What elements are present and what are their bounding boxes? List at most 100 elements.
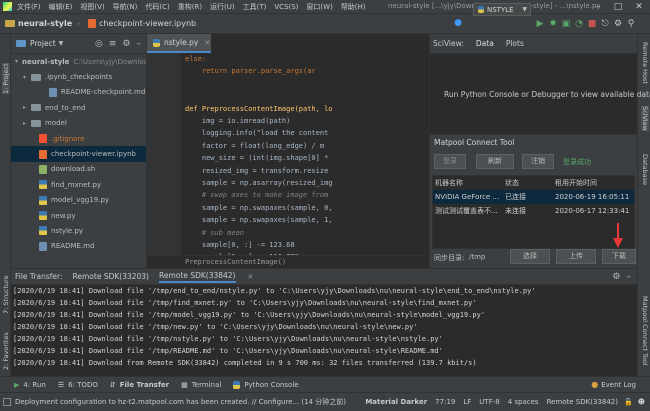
menu-item[interactable]: 工具(T) (243, 2, 267, 12)
menu-item[interactable]: 编辑(E) (49, 2, 73, 12)
refresh-button[interactable]: 刷新 (476, 154, 514, 169)
tree-item[interactable]: ▸ end_to_end (11, 100, 146, 115)
tree-item[interactable]: new.py (11, 208, 146, 223)
log-line: [2020/6/19 18:41] Download file '/tmp/ne… (13, 323, 418, 331)
select-button[interactable]: 选择 (510, 249, 550, 264)
tool-run[interactable]: 4: Run (23, 381, 45, 389)
status-indent[interactable]: 4 spaces (508, 398, 539, 406)
status-line-separator[interactable]: LF (463, 398, 471, 406)
folder-icon (31, 73, 41, 81)
run-configuration-select[interactable]: NSTYLE ▼ (473, 3, 531, 16)
tool-terminal[interactable]: Terminal (192, 381, 222, 389)
close-tab-icon[interactable]: ✕ (204, 39, 210, 47)
hide-icon[interactable]: – (627, 272, 632, 282)
python-icon (478, 6, 484, 13)
inspection-icon[interactable]: ☻ (638, 398, 645, 406)
breadcrumb-project[interactable]: neural-style (18, 19, 72, 28)
project-tool-tab[interactable]: 1: Project (2, 63, 10, 94)
download-button[interactable]: 下载 (602, 249, 636, 264)
menu-item[interactable]: 文件(F) (17, 2, 41, 12)
lock-icon[interactable]: 🔓 (624, 398, 633, 406)
vcs-icon[interactable]: ⎋ (600, 19, 610, 29)
menu-item[interactable]: 运行(U) (210, 2, 235, 12)
logout-button[interactable]: 注销 (522, 154, 554, 169)
status-encoding[interactable]: UTF-8 (479, 398, 499, 406)
tree-item[interactable]: README.md (11, 239, 146, 254)
structure-tool-tab[interactable]: 7: Structure (2, 275, 10, 314)
database-tool-tab[interactable]: Database (641, 154, 649, 185)
tree-item-label: README-checkpoint.md (61, 88, 146, 97)
tab-remote-sdk-33842[interactable]: Remote SDK(33842) (159, 271, 236, 283)
code-line: return parser.parse_args(ar (185, 67, 316, 76)
matpool-tool-tab[interactable]: Matpool Connect Tool (641, 296, 649, 366)
transfer-log[interactable]: [2020/6/19 18:41] Download file '/tmp/en… (11, 285, 637, 376)
tree-item[interactable]: .gitignore (11, 131, 146, 146)
tree-item[interactable]: nstyle.py (11, 223, 146, 238)
gear-icon[interactable]: ⚙ (612, 272, 620, 282)
tab-remote-sdk-33203[interactable]: Remote SDK(33203) (73, 272, 150, 281)
menu-item[interactable]: 窗口(W) (306, 2, 332, 12)
tool-python-console[interactable]: Python Console (244, 381, 298, 389)
collapse-icon[interactable]: ≡ (109, 39, 117, 49)
maximize-icon[interactable]: □ (608, 0, 628, 14)
status-theme[interactable]: Material Darker (365, 398, 427, 406)
menu-item[interactable]: 代码(C) (145, 2, 169, 12)
user-icon[interactable]: ● (453, 18, 463, 28)
tool-event-log[interactable]: Event Log (601, 381, 636, 389)
menu-item[interactable]: VCS(S) (274, 3, 298, 11)
status-message[interactable]: Deployment configuration to hz-t2.matpoo… (15, 397, 346, 407)
login-button[interactable]: 登录 (434, 154, 466, 169)
tab-plots[interactable]: Plots (506, 39, 524, 48)
search-icon[interactable]: ⚲ (626, 19, 636, 29)
project-panel-title[interactable]: Project (30, 39, 56, 48)
minimize-icon[interactable]: – (588, 0, 608, 14)
tree-item[interactable]: download.sh (11, 162, 146, 177)
favorites-tool-tab[interactable]: 2: Favorites (2, 332, 10, 370)
run-icon[interactable]: ▶ (535, 19, 545, 29)
machine-row[interactable]: 测试测试覆盖表不... 未连接 2020-06-17 12:33:41 (433, 204, 634, 218)
locate-icon[interactable]: ◎ (95, 39, 103, 49)
close-icon[interactable]: ✕ (629, 0, 649, 14)
editor-breadcrumb[interactable]: PreprocessContentImage() (147, 255, 429, 268)
tree-item[interactable]: checkpoint-viewer.ipynb (11, 146, 146, 162)
tree-item[interactable]: ▾ .ipynb_checkpoints (11, 69, 146, 84)
md-file-icon (49, 87, 57, 97)
code-line: factor = float(long_edge) / m (185, 141, 325, 150)
menu-item[interactable]: 重构(R) (178, 2, 202, 12)
menu-item[interactable]: 帮助(H) (341, 2, 366, 12)
status-toggle-icon[interactable] (3, 398, 11, 406)
upload-button[interactable]: 上传 (556, 249, 596, 264)
status-position[interactable]: 77:19 (435, 398, 455, 406)
close-tab-icon[interactable]: ✕ (248, 273, 254, 281)
sciview-tool-tab[interactable]: SciView (641, 106, 649, 131)
terminal-icon: ▦ (181, 380, 188, 389)
settings-icon[interactable]: ⚙ (613, 19, 623, 29)
editor[interactable]: nstyle.py ✕ else: return parser.parse_ar… (147, 34, 429, 268)
project-panel: Project ▼ ◎ ≡ ⚙ – ▾ neural-style C:\Users\… (11, 34, 147, 268)
coverage-icon[interactable]: ▣ (561, 19, 571, 29)
hide-icon[interactable]: – (137, 39, 142, 49)
remote-host-tool-tab[interactable]: Remote Host (641, 42, 649, 84)
stop-icon[interactable]: ■ (587, 19, 597, 29)
debug-icon[interactable]: ✹ (548, 19, 558, 29)
chevron-down-icon[interactable]: ▼ (59, 40, 64, 47)
machine-row[interactable]: NVIDIA GeForce ... 已连接 2020-06-19 16:05:11 (433, 190, 634, 204)
tool-todo[interactable]: 6: TODO (68, 381, 98, 389)
tree-item[interactable]: model_vgg19.py (11, 193, 146, 208)
profile-icon[interactable]: ◔ (574, 19, 584, 29)
menu-items: 文件(F) 编辑(E) 视图(V) 导航(N) 代码(C) 重构(R) 运行(U) 工具(T)… (17, 2, 374, 12)
tree-item[interactable]: find_mxnet.py (11, 177, 146, 192)
left-tool-stripe: 1: Project 7: Structure 2: Favorites (0, 34, 11, 376)
tree-item[interactable]: ▾neural-styleC:\Users\yjy\Downloads (11, 54, 146, 69)
status-interpreter[interactable]: Remote SDK(33842) (547, 398, 618, 406)
editor-tab[interactable]: nstyle.py ✕ (147, 34, 211, 53)
tree-item[interactable]: README-checkpoint.md (11, 85, 146, 100)
menu-item[interactable]: 导航(N) (113, 2, 138, 12)
breadcrumb-file[interactable]: checkpoint-viewer.ipynb (99, 19, 196, 28)
gear-icon[interactable]: ⚙ (122, 39, 130, 49)
menu-item[interactable]: 视图(V) (80, 2, 104, 12)
tree-item[interactable]: ▸ model (11, 116, 146, 131)
tool-file-transfer[interactable]: File Transfer (120, 381, 169, 389)
machine-status: 已连接 (505, 193, 526, 201)
tab-data[interactable]: Data (476, 39, 494, 48)
